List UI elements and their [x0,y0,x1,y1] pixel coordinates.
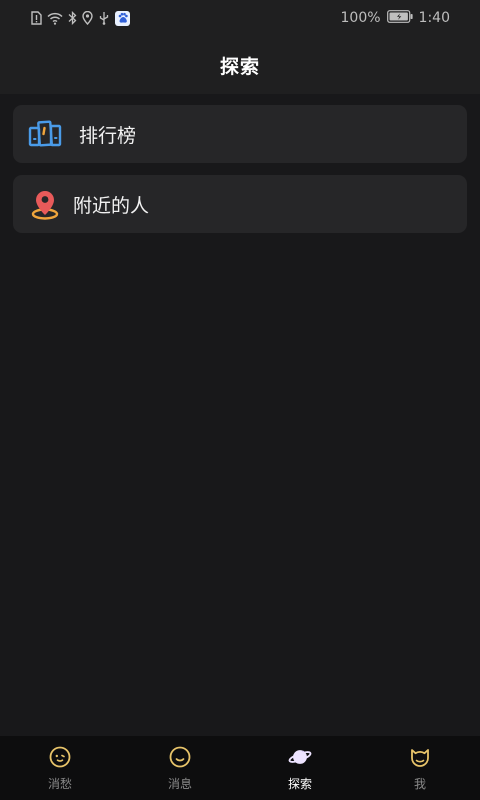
status-icons-right: 100% 1:40 [341,9,450,27]
nav-label-me: 我 [413,777,426,791]
battery-percent: 100% [340,10,381,26]
location-icon [82,11,93,25]
ranking-label: 排行榜 [79,124,137,147]
status-bar: 100% 1:40 [0,0,480,36]
page-title: 探索 [219,55,260,78]
nav-label-explore: 探索 [287,777,312,791]
battery-icon [386,9,413,27]
nav-item-me[interactable]: 我 [360,736,480,800]
alert-icon [30,11,42,25]
nav-label-xiaochou: 消愁 [47,777,72,791]
clock: 1:40 [418,10,450,26]
app-header: 探索 [0,36,480,94]
wifi-icon [47,12,63,25]
message-face-icon [168,745,192,769]
ranking-icon [27,116,63,152]
cat-face-icon [408,745,432,769]
nearby-people-label: 附近的人 [73,194,150,217]
nav-label-messages: 消息 [167,777,192,791]
nav-item-xiaochou[interactable]: 消愁 [0,736,120,800]
usb-icon [98,11,110,25]
location-pin-icon [27,186,63,222]
bottom-nav: 消愁 消息 探索 我 [0,736,480,800]
bluetooth-icon [68,11,77,25]
baidu-icon [115,10,130,26]
nearby-people-card[interactable]: 附近的人 [13,175,467,233]
nav-item-explore[interactable]: 探索 [240,736,360,800]
nav-item-messages[interactable]: 消息 [120,736,240,800]
planet-icon [288,745,312,769]
face-icon [48,745,72,769]
status-icons-left [30,9,130,27]
explore-screen: 100% 1:40 探索 排行榜 附近的人 消愁 消息 探索 我 [0,0,480,800]
ranking-card[interactable]: 排行榜 [13,105,467,163]
